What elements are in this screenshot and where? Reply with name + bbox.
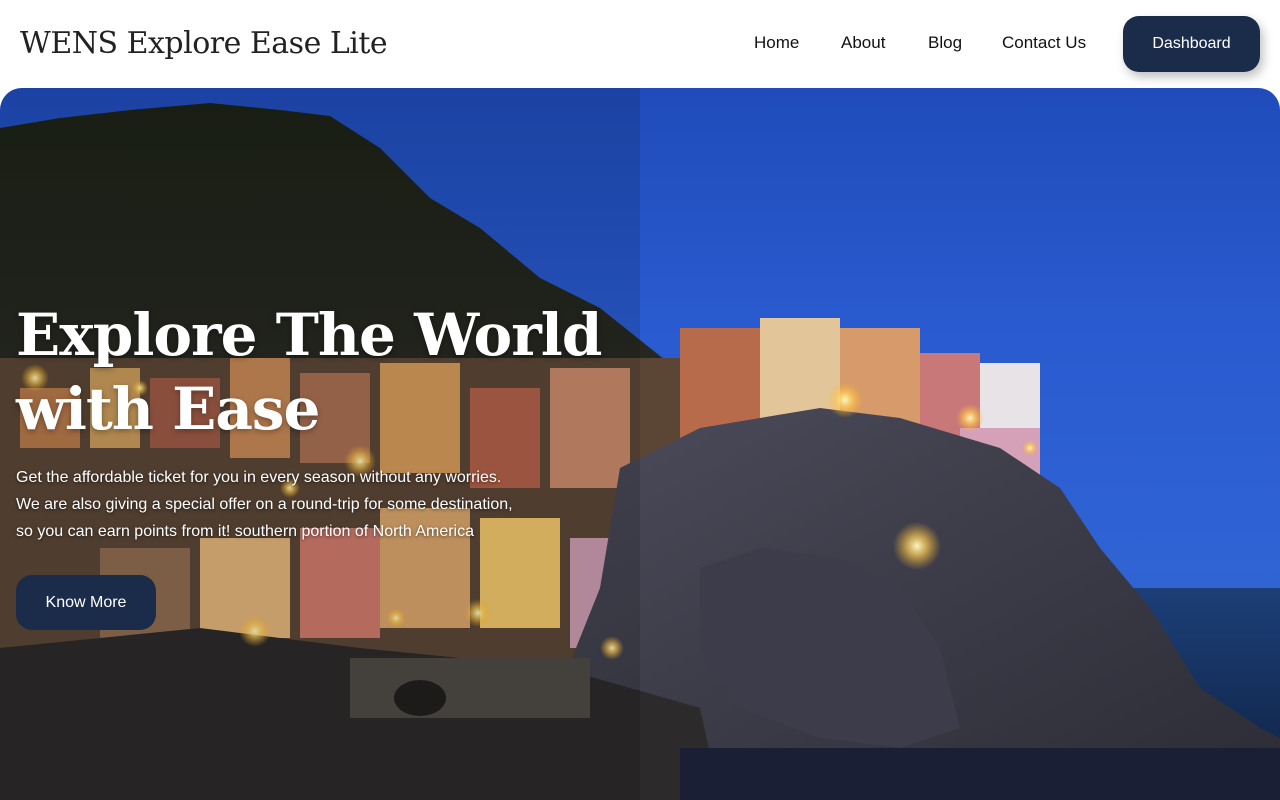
site-logo-text[interactable]: WENS Explore Ease Lite bbox=[20, 24, 388, 64]
nav-about[interactable]: About bbox=[841, 30, 885, 56]
hero-description: Get the affordable ticket for you in eve… bbox=[16, 464, 556, 545]
dashboard-button[interactable]: Dashboard bbox=[1123, 16, 1260, 72]
hero-description-line-3: so you can earn points from it! southern… bbox=[16, 523, 475, 540]
nav-contact-us[interactable]: Contact Us bbox=[1002, 30, 1086, 56]
hero-title: Explore The World with Ease bbox=[16, 298, 636, 446]
nav-blog[interactable]: Blog bbox=[928, 30, 962, 56]
hero-description-line-2: We are also giving a special offer on a … bbox=[16, 496, 513, 513]
hero-description-line-1: Get the affordable ticket for you in eve… bbox=[16, 469, 502, 486]
hero-title-line-1: Explore The World bbox=[16, 301, 602, 369]
know-more-button[interactable]: Know More bbox=[16, 575, 156, 630]
site-header: WENS Explore Ease Lite Home About Blog C… bbox=[0, 0, 1280, 88]
hero-title-line-2: with Ease bbox=[16, 375, 320, 443]
hero-section: Explore The World with Ease Get the affo… bbox=[0, 88, 1280, 800]
nav-home[interactable]: Home bbox=[754, 30, 799, 56]
